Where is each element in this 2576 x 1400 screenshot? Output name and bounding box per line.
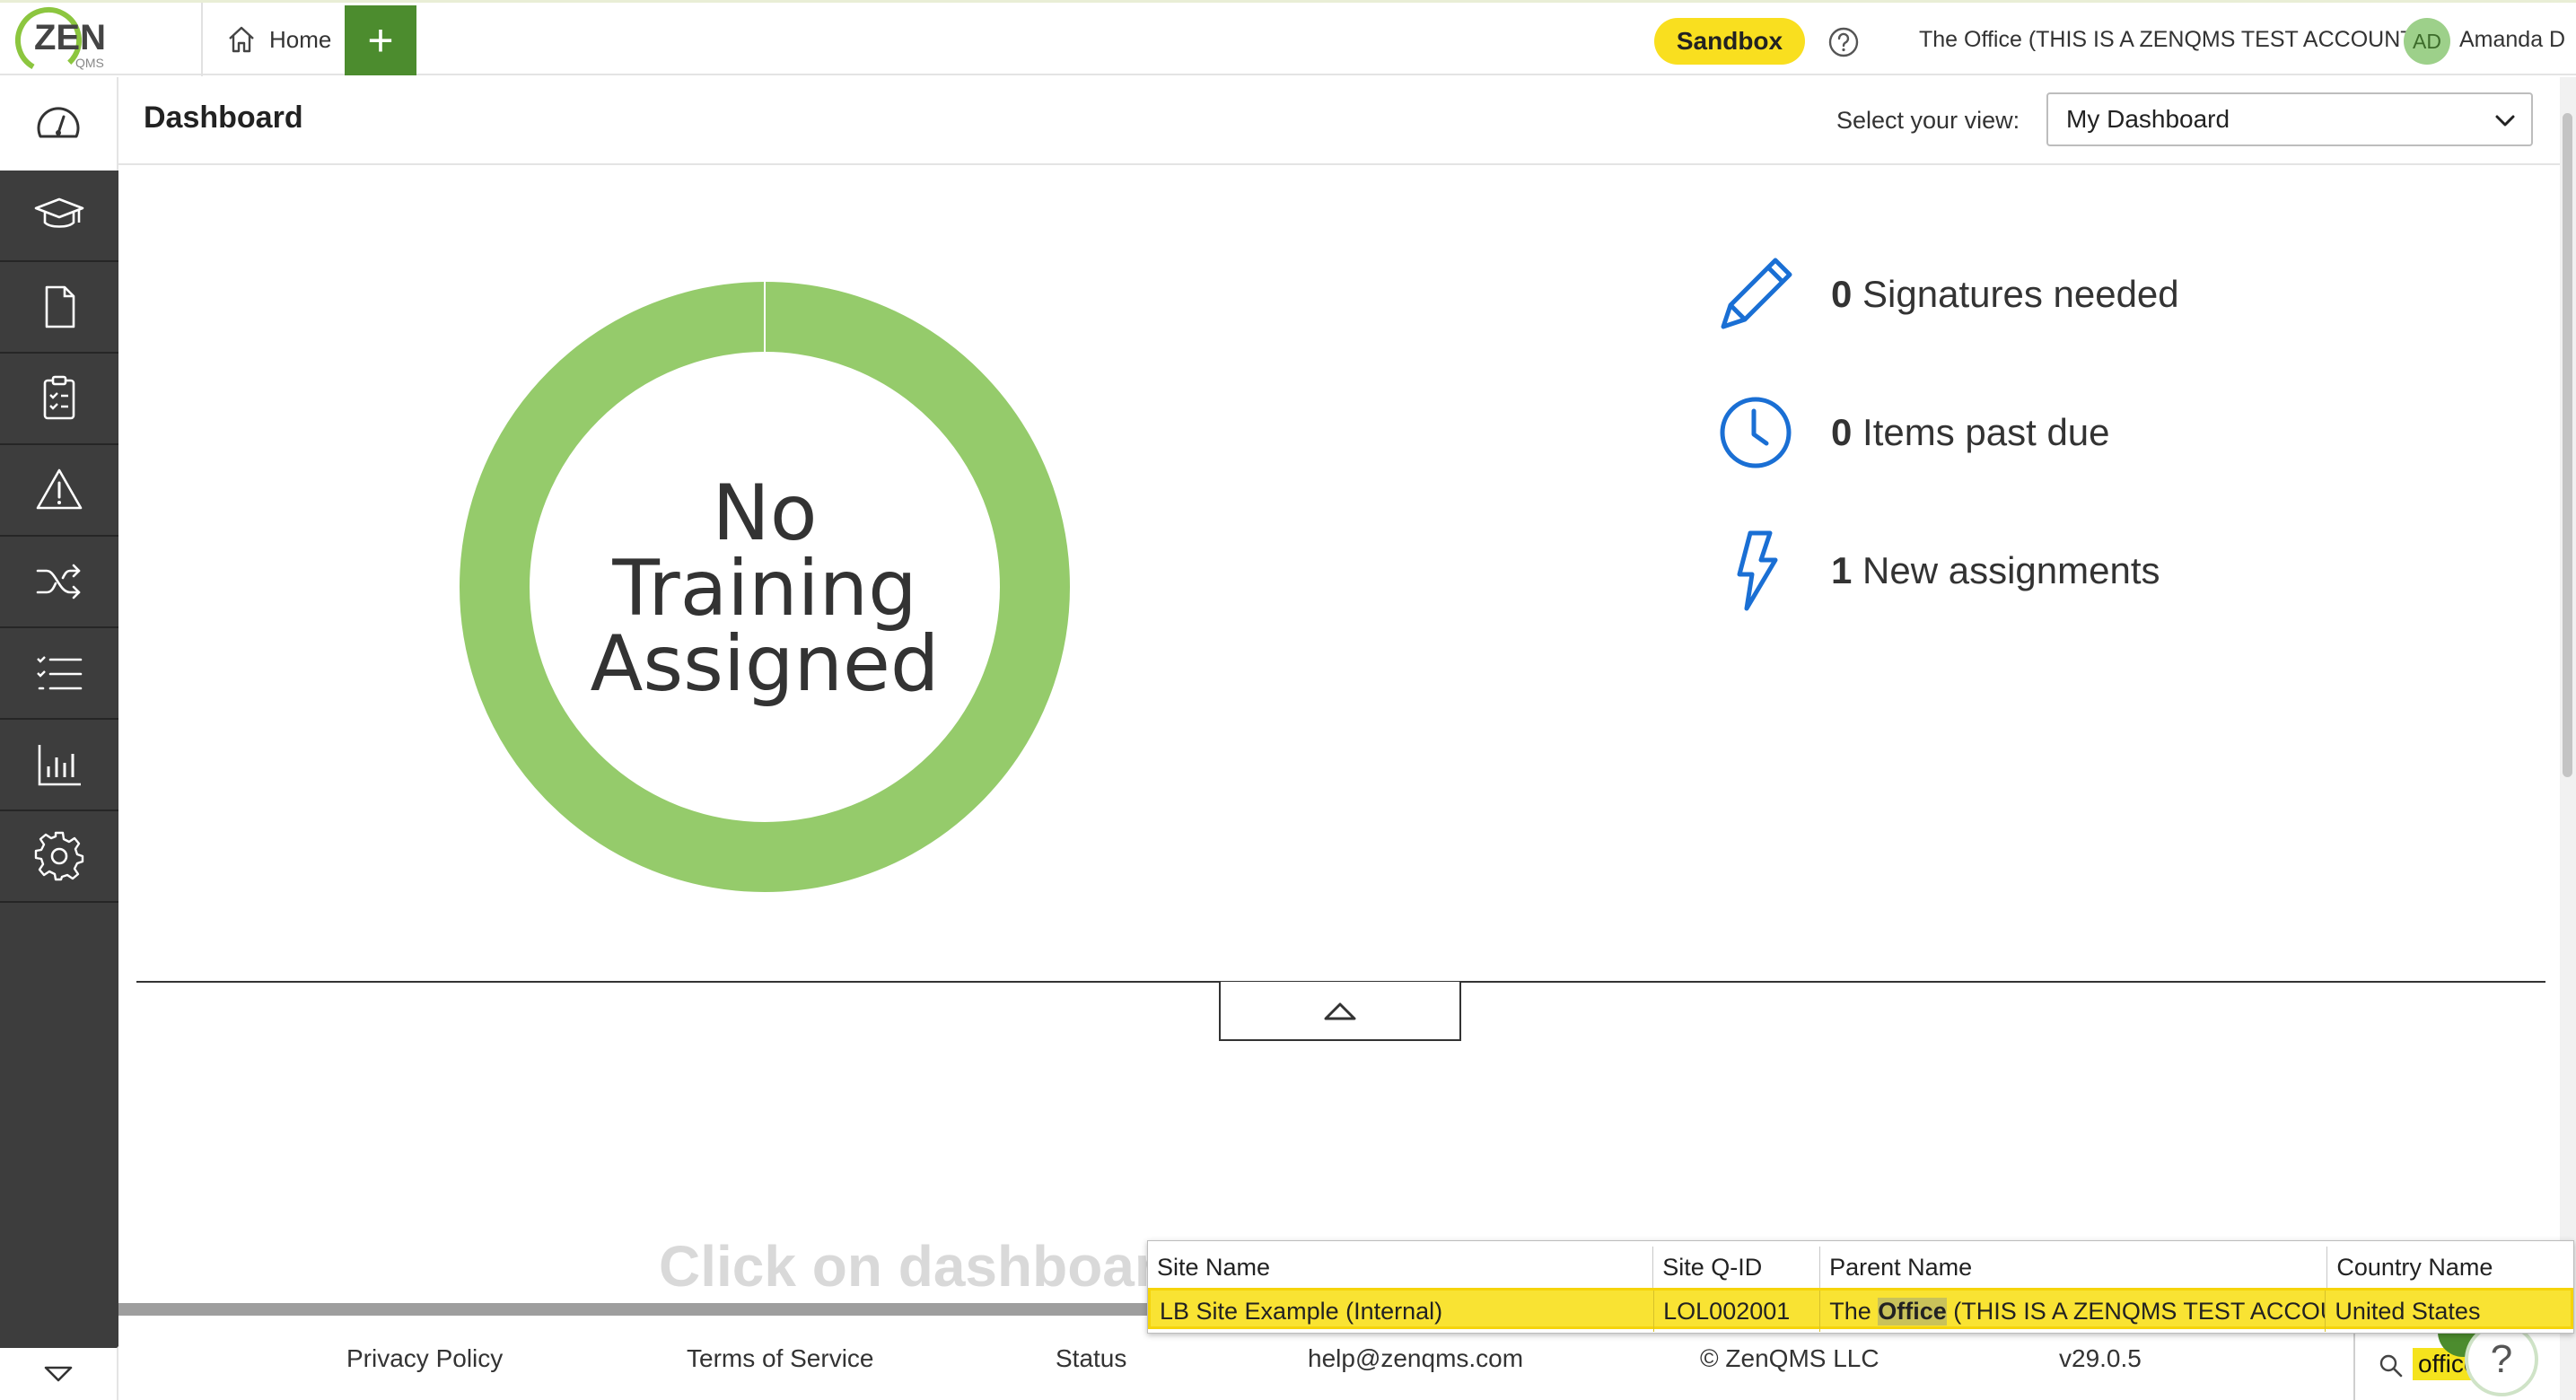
stat-signatures-needed[interactable]: 0 Signatures needed: [1711, 249, 2339, 339]
donut-line-2: Training: [612, 544, 917, 634]
logo-subtext: QMS: [75, 56, 104, 70]
account-switcher[interactable]: The Office (THIS IS A ZENQMS TEST ACCOUN…: [1919, 27, 2422, 53]
bar-chart-icon: [38, 745, 81, 786]
signatures-label: Signatures needed: [1862, 273, 2179, 315]
clock-icon: [1720, 397, 1792, 468]
column-header-parent-name: Parent Name: [1820, 1247, 2328, 1288]
horizontal-scrollbar[interactable]: [118, 1303, 1151, 1316]
support-email-link[interactable]: help@zenqms.com: [1308, 1344, 1523, 1373]
lightning-icon: [1737, 530, 1778, 611]
search-results-dropdown: Site Name Site Q-ID Parent Name Country …: [1147, 1240, 2574, 1334]
sandbox-badge: Sandbox: [1654, 18, 1805, 65]
donut-line-1: No: [712, 468, 818, 558]
page-header: Dashboard Select your view: My Dashboard: [118, 77, 2560, 165]
privacy-policy-link[interactable]: Privacy Policy: [346, 1344, 503, 1373]
document-icon: [45, 285, 75, 328]
zenqms-logo[interactable]: ZEN QMS: [13, 4, 113, 76]
cell-site-name: LB Site Example (Internal): [1151, 1291, 1655, 1332]
clipboard-checklist-icon: [43, 375, 75, 420]
pencil-icon: [1721, 258, 1792, 329]
parent-name-prefix: The: [1829, 1297, 1879, 1325]
warning-icon: [36, 468, 83, 510]
copyright-text: © ZenQMS LLC: [1700, 1344, 1879, 1372]
chevron-down-icon: [2495, 115, 2515, 127]
sidebar-item-tasks[interactable]: [0, 628, 118, 720]
help-icon[interactable]: [1827, 26, 1860, 58]
sidebar-item-documents[interactable]: [0, 262, 118, 354]
tab-home[interactable]: Home: [203, 3, 345, 76]
cell-site-qid: LOL002001: [1654, 1291, 1821, 1332]
logo-text: ZEN: [34, 18, 106, 57]
column-header-site-name: Site Name: [1148, 1247, 1654, 1288]
signatures-count: 0: [1831, 273, 1853, 315]
stat-new-assignments[interactable]: 1 New assignments: [1711, 526, 2339, 616]
table-row[interactable]: LB Site Example (Internal) LOL002001 The…: [1148, 1288, 2573, 1332]
add-new-button[interactable]: +: [345, 5, 416, 75]
view-select[interactable]: My Dashboard: [2046, 92, 2533, 146]
cell-country-name: United States: [2335, 1297, 2481, 1325]
dashboard-hint-text: Click on dashboard: [659, 1234, 1192, 1299]
view-select-value: My Dashboard: [2066, 105, 2230, 133]
sidebar-item-dashboard[interactable]: [0, 77, 118, 171]
sidebar-item-events[interactable]: [0, 445, 118, 537]
past-due-count: 0: [1831, 411, 1853, 453]
cell-parent-name: The Office (THIS IS A ZENQMS TEST ACCOU: [1820, 1291, 2326, 1332]
page-title: Dashboard: [144, 101, 303, 135]
column-header-country-name: Country Name: [2336, 1253, 2493, 1281]
collapse-panel-button[interactable]: [1219, 982, 1461, 1041]
training-icon: [34, 197, 84, 228]
terms-of-service-link[interactable]: Terms of Service: [687, 1344, 874, 1373]
assignments-count: 1: [1831, 549, 1853, 591]
chevron-down-icon: [44, 1366, 73, 1382]
sidebar: [0, 171, 118, 1346]
sidebar-item-reports[interactable]: [0, 720, 118, 811]
avatar[interactable]: AD: [2404, 18, 2450, 65]
shuffle-icon: [36, 564, 81, 599]
chevron-up-icon: [1324, 1002, 1356, 1020]
parent-name-match: Office: [1878, 1297, 1947, 1326]
scroll-thumb[interactable]: [2563, 113, 2572, 777]
past-due-label: Items past due: [1862, 411, 2110, 453]
sidebar-item-training[interactable]: [0, 171, 118, 262]
version-text: v29.0.5: [2059, 1344, 2142, 1372]
dashboard-icon: [37, 107, 80, 138]
home-icon: [229, 26, 254, 53]
sidebar-item-audits[interactable]: [0, 354, 118, 445]
top-bar: ZEN QMS Home + Sandbox The Office (THIS …: [0, 0, 2576, 76]
assignments-label: New assignments: [1862, 549, 2160, 591]
user-name[interactable]: Amanda D: [2459, 27, 2565, 53]
gear-icon: [34, 831, 84, 881]
sidebar-collapse-toggle[interactable]: [0, 1346, 118, 1400]
help-fab-button[interactable]: ?: [2465, 1323, 2538, 1396]
search-icon: [2379, 1354, 2403, 1378]
page-scrollbar[interactable]: [2560, 77, 2576, 1400]
sidebar-item-change-control[interactable]: [0, 537, 118, 628]
donut-center-label: No Training Assigned: [458, 468, 1072, 709]
table-header-row: Site Name Site Q-ID Parent Name Country …: [1148, 1247, 2573, 1288]
column-header-site-qid: Site Q-ID: [1653, 1247, 1821, 1288]
checklist-icon: [37, 656, 83, 690]
home-tab-label: Home: [269, 25, 332, 53]
view-select-label: Select your view:: [1836, 107, 2020, 134]
parent-name-suffix: (THIS IS A ZENQMS TEST ACCOU: [1946, 1297, 2326, 1325]
sidebar-item-settings[interactable]: [0, 811, 118, 903]
status-link[interactable]: Status: [1056, 1344, 1126, 1373]
donut-line-3: Assigned: [590, 619, 940, 709]
stat-items-past-due[interactable]: 0 Items past due: [1711, 388, 2339, 477]
